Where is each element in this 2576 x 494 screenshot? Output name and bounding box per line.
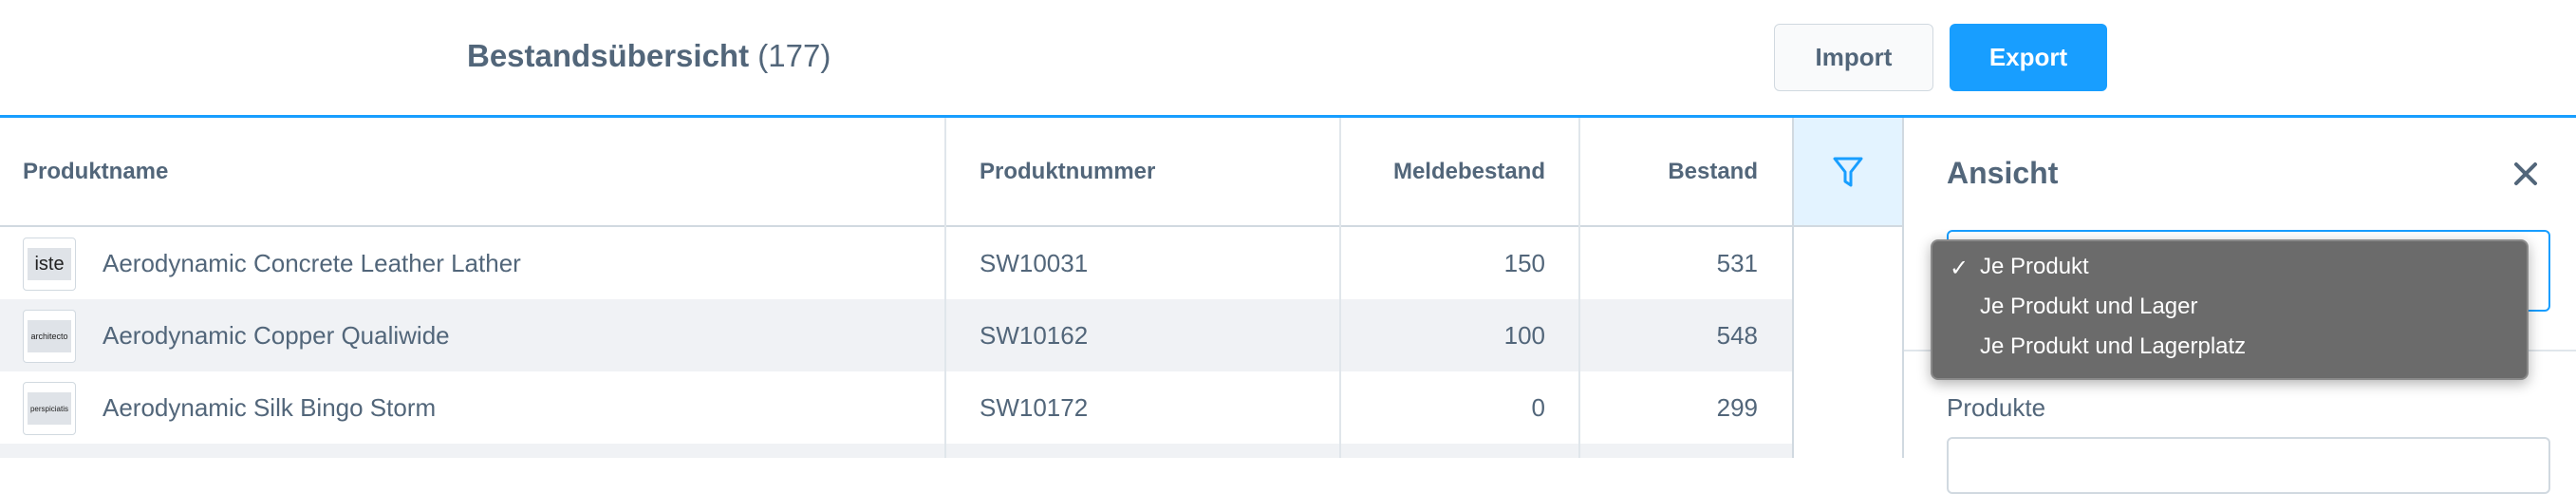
select-option-je-produkt[interactable]: ✓ Je Produkt — [1932, 247, 2527, 287]
column-header-stock[interactable]: Bestand — [1579, 118, 1792, 225]
column-header-reorder-level[interactable]: Meldebestand — [1340, 118, 1579, 225]
product-number-cell: SW10162 — [980, 320, 1089, 350]
table-row[interactable]: architecto Aerodynamic Copper Qualiwide … — [0, 299, 1792, 371]
product-name-cell[interactable]: Aerodynamic Copper Qualiwide — [103, 299, 450, 371]
column-divider — [1578, 118, 1580, 458]
column-header-product-name[interactable]: Produktname — [0, 118, 945, 225]
product-thumbnail-image: perspiciatis — [28, 392, 71, 425]
page-title-count: (177) — [757, 38, 831, 73]
table-row[interactable] — [0, 444, 1792, 458]
stock-cell: 548 — [1716, 320, 1758, 350]
close-icon[interactable] — [2511, 160, 2540, 188]
product-name-cell[interactable]: Aerodynamic Concrete Leather Lather — [103, 227, 521, 299]
products-input[interactable] — [1947, 437, 2550, 494]
product-thumbnail: iste — [23, 238, 76, 291]
select-option-label: Je Produkt und Lager — [1980, 294, 2198, 319]
product-thumbnail-image: iste — [28, 248, 71, 280]
stock-cell: 531 — [1716, 248, 1758, 277]
grid-header: Produktname Produktnummer Meldebestand B… — [0, 118, 1792, 227]
product-thumbnail: architecto — [23, 310, 76, 363]
export-button[interactable]: Export — [1950, 24, 2107, 91]
product-name-cell[interactable]: Aerodynamic Silk Bingo Storm — [103, 371, 436, 444]
table-row[interactable]: perspiciatis Aerodynamic Silk Bingo Stor… — [0, 371, 1792, 444]
column-header-product-number[interactable]: Produktnummer — [945, 118, 1340, 225]
select-option-je-produkt-und-lager[interactable]: Je Produkt und Lager — [1932, 287, 2527, 327]
select-option-label: Je Produkt — [1980, 254, 2089, 279]
reorder-level-cell: 100 — [1503, 320, 1545, 350]
stock-cell: 299 — [1716, 392, 1758, 422]
reorder-level-cell: 150 — [1503, 248, 1545, 277]
table-row[interactable]: iste Aerodynamic Concrete Leather Lather… — [0, 227, 1792, 299]
column-divider — [944, 118, 946, 458]
product-number-cell: SW10172 — [980, 392, 1089, 422]
page-title: Bestandsübersicht (177) — [467, 38, 831, 74]
reorder-level-cell: 0 — [1531, 392, 1545, 422]
product-thumbnail: perspiciatis — [23, 382, 76, 435]
checkmark-icon: ✓ — [1950, 256, 1969, 281]
select-option-label: Je Produkt und Lagerplatz — [1980, 333, 2247, 359]
select-option-je-produkt-und-lagerplatz[interactable]: Je Produkt und Lagerplatz — [1932, 327, 2527, 367]
top-bar: Bestandsübersicht (177) Import Export — [0, 0, 2576, 118]
view-select-dropdown: ✓ Je Produkt Je Produkt und Lager Je Pro… — [1931, 239, 2529, 380]
page-title-text: Bestandsübersicht — [467, 38, 750, 73]
product-thumbnail-image: architecto — [28, 320, 71, 352]
inventory-grid: Produktname Produktnummer Meldebestand B… — [0, 118, 1792, 458]
product-number-cell: SW10031 — [980, 248, 1089, 277]
filter-icon — [1833, 157, 1863, 186]
products-label: Produkte — [1947, 393, 2046, 422]
filter-column — [1792, 118, 1904, 458]
import-button[interactable]: Import — [1774, 24, 1933, 91]
column-divider — [1339, 118, 1341, 458]
filter-tab[interactable] — [1794, 118, 1902, 227]
sidebar-title: Ansicht — [1947, 156, 2059, 190]
